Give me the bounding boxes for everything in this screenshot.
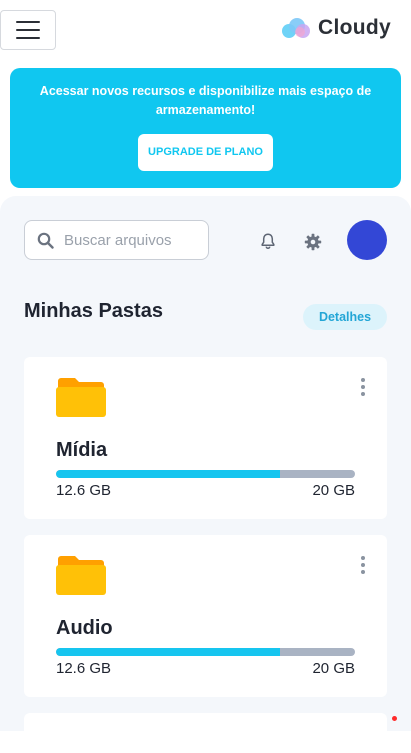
upgrade-promo-banner: Acessar novos recursos e disponibilize m… <box>10 68 401 188</box>
storage-progress-fill <box>56 648 281 656</box>
main-panel: Minhas Pastas Detalhes Mídia 12.6 GB 20 … <box>0 196 411 753</box>
hamburger-icon-line <box>16 21 40 23</box>
storage-used: 12.6 GB <box>56 482 112 499</box>
notification-dot <box>392 716 397 721</box>
storage-total: 20 GB <box>312 482 355 499</box>
hamburger-icon-line <box>16 29 40 31</box>
bell-icon[interactable] <box>259 232 277 250</box>
folders-section-title: Minhas Pastas <box>24 300 163 322</box>
folder-card[interactable]: Mídia 12.6 GB 20 GB <box>24 357 387 519</box>
storage-total: 20 GB <box>312 660 355 677</box>
folder-name: Mídia <box>56 439 108 461</box>
folder-icon <box>56 555 106 595</box>
upgrade-plan-button[interactable]: UPGRADE DE PLANO <box>138 134 273 171</box>
search-input[interactable] <box>64 231 194 249</box>
cloud-logo-icon <box>280 16 312 40</box>
folder-icon <box>56 377 106 417</box>
brand[interactable]: Cloudy <box>280 16 391 40</box>
brand-name: Cloudy <box>318 16 391 39</box>
folder-card[interactable] <box>24 713 387 753</box>
user-avatar[interactable] <box>347 220 387 260</box>
storage-progress-bar <box>56 648 355 656</box>
folder-card[interactable]: Audio 12.6 GB 20 GB <box>24 535 387 697</box>
hamburger-menu-button[interactable] <box>0 10 56 50</box>
search-icon <box>37 232 54 249</box>
storage-used: 12.6 GB <box>56 660 112 677</box>
storage-progress-fill <box>56 470 281 478</box>
promo-text: Acessar novos recursos e disponibilize m… <box>39 84 372 117</box>
details-button[interactable]: Detalhes <box>303 304 387 330</box>
gear-icon[interactable] <box>304 233 322 251</box>
hamburger-icon-line <box>16 37 40 39</box>
more-options-icon[interactable] <box>360 556 366 574</box>
storage-progress-bar <box>56 470 355 478</box>
search-box[interactable] <box>24 220 209 260</box>
top-bar: Cloudy <box>0 0 411 60</box>
folder-name: Audio <box>56 617 113 639</box>
more-options-icon[interactable] <box>360 378 366 396</box>
